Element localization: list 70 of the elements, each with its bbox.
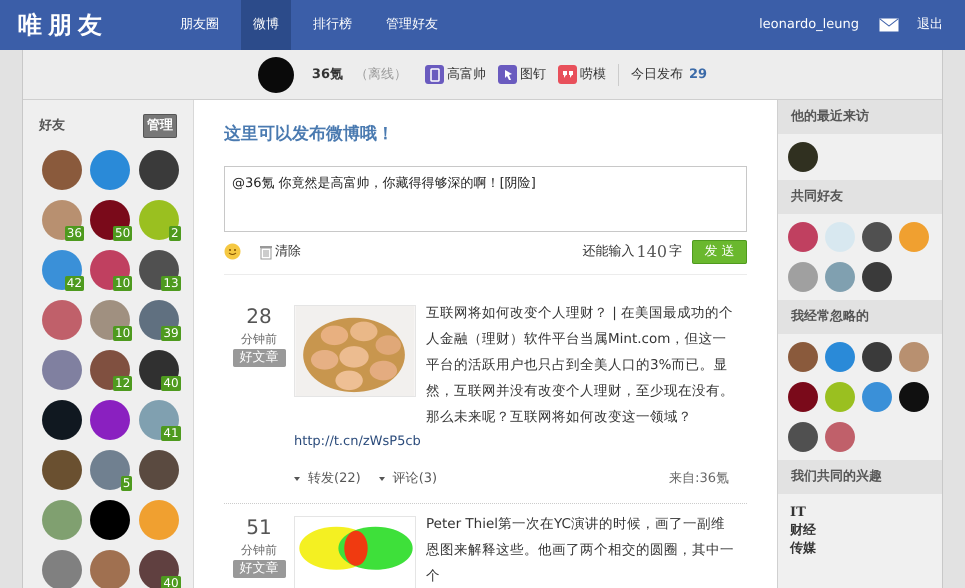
time-number: 51 xyxy=(246,516,272,538)
badge-label: 高富帅 xyxy=(447,66,486,84)
section-header: 他的最近来访 xyxy=(778,100,942,134)
nav-tab[interactable]: 排行榜 xyxy=(301,0,364,50)
remaining-unit: 字 xyxy=(669,242,682,261)
avatar[interactable] xyxy=(862,262,892,292)
avatar[interactable] xyxy=(138,450,179,490)
post-tag: 好文章 xyxy=(232,348,286,366)
post-text: 互联网将如何改变个人理财？ | 在美国最成功的个人金融（理财）软件平台当属Mint.com，但这一平台的活跃用户也只占到全美人口的3%而已。显然，互联网并没有改变个人理财，至少现在没有。那么未来呢？互联网将如何改变这一领域？ xyxy=(426,304,735,426)
count-badge: 36 xyxy=(64,226,84,240)
avatar[interactable] xyxy=(862,342,892,372)
profile-name: 36氪 xyxy=(312,66,343,84)
avatar[interactable] xyxy=(42,450,82,490)
smiley-icon[interactable] xyxy=(224,243,241,260)
logo[interactable]: 唯朋友 xyxy=(18,7,168,43)
composer-title: 这里可以发布微博哦！ xyxy=(224,123,395,146)
avatar[interactable] xyxy=(899,382,929,412)
post-input[interactable]: @36氪 你竟然是高富帅，你藏得得够深的啊！[阴险] xyxy=(224,166,747,232)
count-badge: 39 xyxy=(161,326,181,340)
section-header: 共同好友 xyxy=(778,180,942,214)
count-badge: 50 xyxy=(113,226,132,240)
interest-tag[interactable]: 财经 xyxy=(790,522,930,540)
post-source: 来自:36氪 xyxy=(669,470,729,488)
avatar[interactable] xyxy=(788,422,818,452)
comment-button[interactable]: 评论(3) xyxy=(378,469,438,488)
avatar[interactable] xyxy=(862,222,892,252)
avatar[interactable] xyxy=(138,150,179,190)
username[interactable]: leonardo_leung xyxy=(759,15,859,35)
count-badge: 42 xyxy=(64,276,84,290)
avatar[interactable] xyxy=(788,142,818,172)
count-badge: 12 xyxy=(113,376,132,390)
time-number: 28 xyxy=(246,304,272,326)
avatar[interactable] xyxy=(788,382,818,412)
trash-icon xyxy=(259,244,273,260)
count-badge: 40 xyxy=(161,376,181,390)
avatar[interactable] xyxy=(42,400,82,440)
count-badge: 41 xyxy=(161,426,181,440)
friends-title: 好友 xyxy=(39,117,65,135)
mail-icon[interactable] xyxy=(879,18,899,32)
nav-tab[interactable]: 微博 xyxy=(241,0,291,50)
remaining-label: 还能输入 xyxy=(582,242,634,261)
avatar[interactable] xyxy=(258,56,294,92)
post-link[interactable]: http://t.cn/zWsP5cb xyxy=(294,432,747,451)
avatar[interactable] xyxy=(90,500,130,540)
badge-label: 唠模 xyxy=(580,66,606,84)
post-text: Peter Thiel第一次在YC演讲的时候，画了一副维恩图来解释这些。他画了两个相交的圆圈，其中一个 xyxy=(426,514,735,586)
clear-button[interactable]: 清除 xyxy=(259,242,301,262)
nav-tab[interactable]: 朋友圈 xyxy=(168,0,231,50)
profile-status: （离线） xyxy=(355,66,407,84)
section-header: 我们共同的兴趣 xyxy=(778,460,942,494)
manage-button[interactable]: 管理 xyxy=(143,114,177,138)
avatar[interactable] xyxy=(90,400,130,440)
remaining-count: 140 xyxy=(636,240,667,262)
time-unit: 分钟前 xyxy=(241,330,277,346)
count-badge: 10 xyxy=(113,326,132,340)
interest-tag[interactable]: 传媒 xyxy=(790,540,930,558)
section-header: 我经常忽略的 xyxy=(778,300,942,334)
count-badge: 40 xyxy=(161,576,181,588)
count-badge: 2 xyxy=(169,226,181,240)
badge-label: 图钉 xyxy=(520,66,546,84)
nav-tab[interactable]: 管理好友 xyxy=(374,0,450,50)
time-unit: 分钟前 xyxy=(241,542,277,558)
count-badge: 10 xyxy=(113,276,132,290)
forward-button[interactable]: 转发(22) xyxy=(294,469,361,488)
post-tag: 好文章 xyxy=(232,560,286,578)
count-badge: 13 xyxy=(161,276,181,290)
logout-link[interactable]: 退出 xyxy=(917,15,943,35)
interest-tag[interactable]: IT xyxy=(790,504,930,522)
today-count: 29 xyxy=(689,66,708,84)
today-label: 今日发布 xyxy=(631,66,683,84)
